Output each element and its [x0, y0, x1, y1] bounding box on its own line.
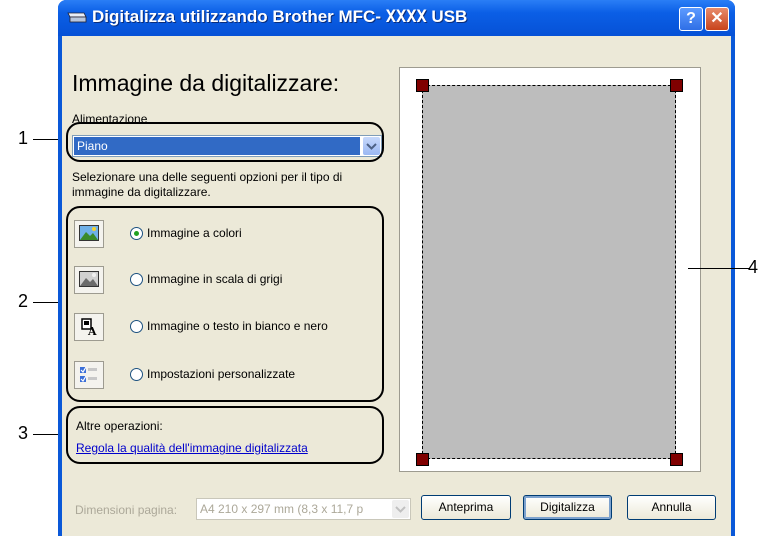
- crop-handle-bottom-left[interactable]: [416, 453, 429, 466]
- scan-area[interactable]: [422, 85, 676, 459]
- instructions-text: Selezionare una delle seguenti opzioni p…: [72, 170, 343, 199]
- scan-button[interactable]: Digitalizza: [523, 495, 612, 520]
- callout-number-2: 2: [18, 291, 29, 311]
- page-title: Immagine da digitalizzare:: [72, 70, 340, 96]
- title-bar[interactable]: Digitalizza utilizzando Brother MFC- XXX…: [58, 0, 735, 36]
- page-size-label: Dimensioni pagina:: [75, 503, 178, 517]
- callout-number-3: 3: [18, 423, 29, 443]
- crop-handle-bottom-right[interactable]: [670, 453, 683, 466]
- window-title: Digitalizza utilizzando Brother MFC- XXX…: [92, 7, 468, 27]
- callout-number-4: 4: [748, 257, 758, 277]
- preview-panel: [399, 67, 701, 472]
- crop-handle-top-left[interactable]: [416, 79, 429, 92]
- close-button[interactable]: ✕: [705, 7, 729, 31]
- crop-handle-top-right[interactable]: [670, 79, 683, 92]
- cancel-button[interactable]: Annulla: [627, 495, 716, 520]
- callout-box-1: [66, 122, 384, 162]
- callout-box-3: [66, 406, 384, 464]
- scanner-icon: [67, 12, 87, 23]
- chevron-down-icon: [392, 500, 409, 518]
- callout-number-1: 1: [18, 128, 29, 148]
- help-button[interactable]: ?: [679, 7, 703, 31]
- callout-box-2: [66, 206, 384, 402]
- preview-button[interactable]: Anteprima: [421, 495, 511, 520]
- page-size-value: A4 210 x 297 mm (8,3 x 11,7 p: [200, 502, 364, 516]
- page-size-dropdown: A4 210 x 297 mm (8,3 x 11,7 p: [196, 498, 411, 520]
- callout-line-4: [688, 268, 750, 269]
